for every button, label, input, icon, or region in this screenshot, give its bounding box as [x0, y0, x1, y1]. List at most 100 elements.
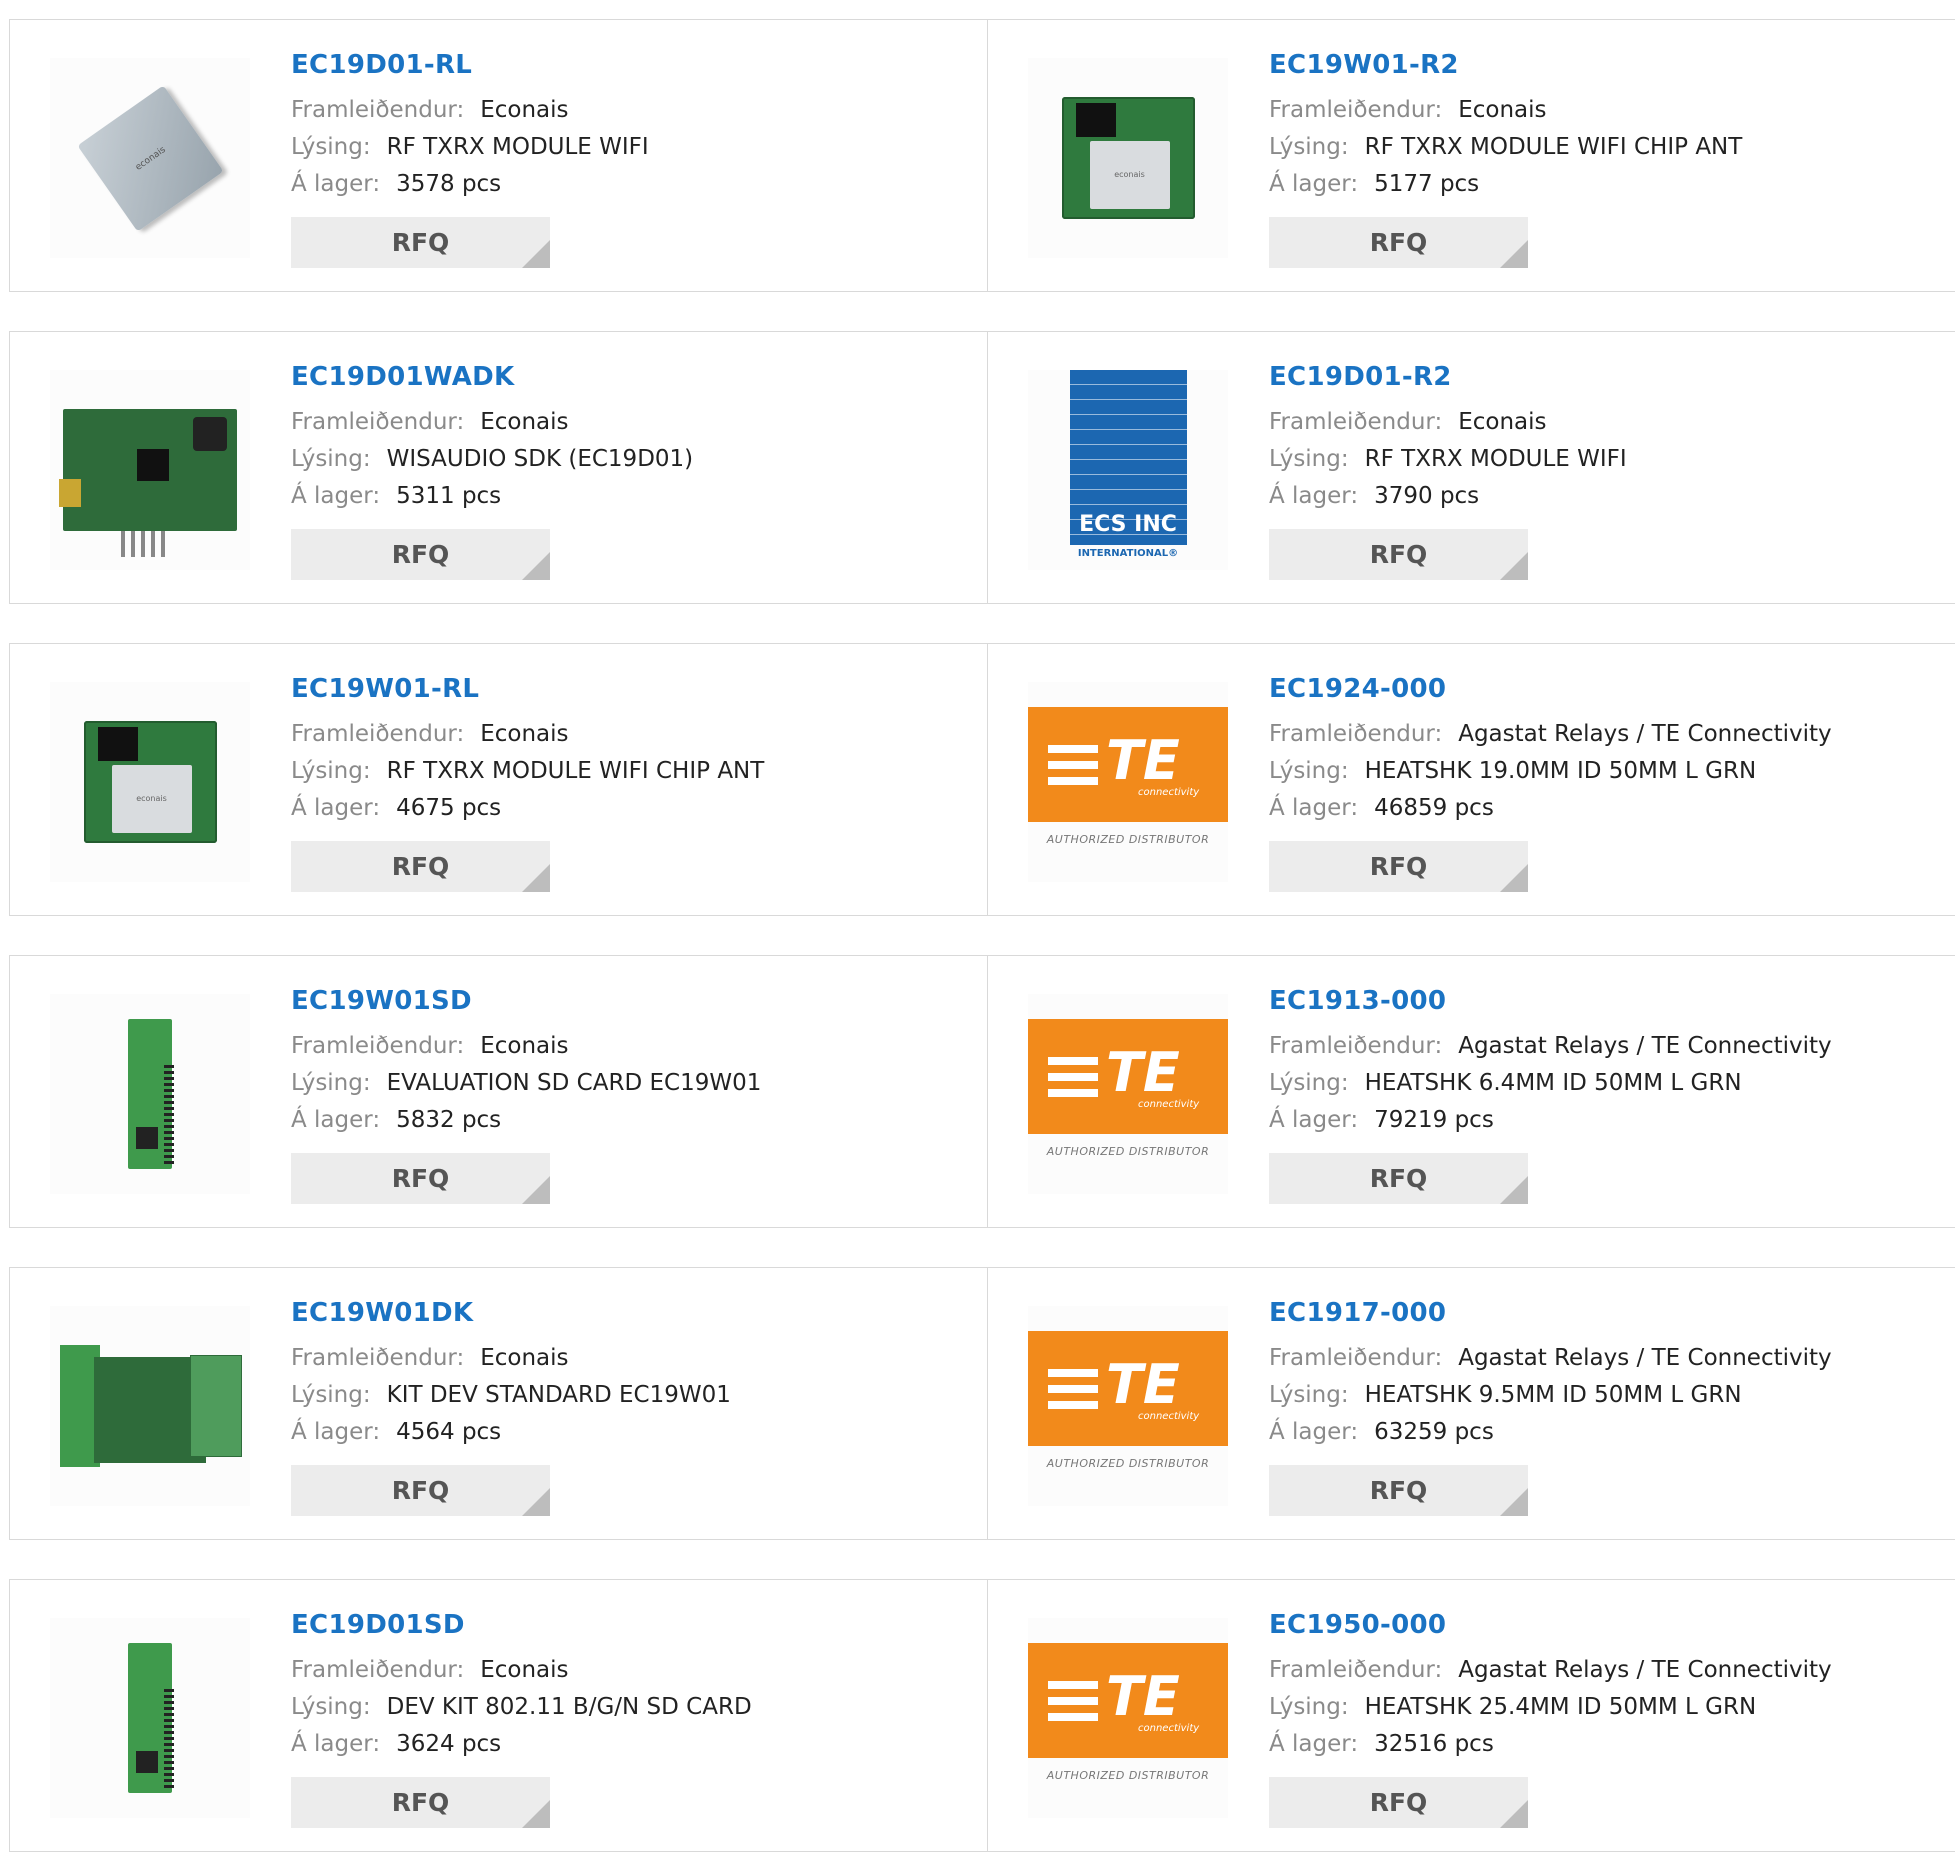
stock-line: Á lager: 79219 pcs [1269, 1102, 1909, 1139]
part-number-link[interactable]: EC19D01-R2 [1269, 362, 1909, 392]
description-label: Lýsing: [1269, 446, 1349, 472]
corner-decoration [1500, 552, 1528, 580]
product-image[interactable]: econais [50, 682, 250, 882]
manufacturer-line: Framleiðendur: Agastat Relays / TE Connec… [1269, 1340, 1909, 1377]
product-row: EC19W01SD Framleiðendur: Econais Lýsing: EVA… [9, 955, 1955, 1228]
product-image[interactable]: ECS INC INTERNATIONAL® [1028, 370, 1228, 570]
stock-value: 79219 pcs [1374, 1107, 1494, 1133]
product-image[interactable]: econais [1028, 58, 1228, 258]
product-info: EC19D01-RL Framleiðendur: Econais Lýsing: RF… [291, 50, 931, 268]
manufacturer-label: Framleiðendur: [291, 1657, 465, 1683]
product-card: EC19W01DK Framleiðendur: Econais Lýsing: KIT… [9, 1267, 988, 1540]
te-logo-image: TE connectivity AUTHORIZED DISTRIBUTOR [1028, 1019, 1228, 1169]
te-authorized-caption: AUTHORIZED DISTRIBUTOR [1046, 1457, 1210, 1470]
part-number-link[interactable]: EC19D01-RL [291, 50, 931, 80]
stock-label: Á lager: [291, 483, 381, 509]
rfq-label: RFQ [1369, 540, 1428, 569]
stock-value: 4564 pcs [396, 1419, 502, 1445]
description-line: Lýsing: RF TXRX MODULE WIFI [291, 129, 931, 166]
stock-label: Á lager: [1269, 1731, 1359, 1757]
product-row: econais EC19D01-RL Framleiðendur: Econais Lý… [9, 19, 1955, 292]
manufacturer-value: Econais [480, 97, 569, 123]
product-card: EC19D01WADK Framleiðendur: Econais Lýsing: W… [9, 331, 988, 604]
part-number-link[interactable]: EC1924-000 [1269, 674, 1909, 704]
part-number-link[interactable]: EC1913-000 [1269, 986, 1909, 1016]
rfq-button[interactable]: RFQ [1269, 841, 1528, 892]
description-value: RF TXRX MODULE WIFI CHIP ANT [1364, 134, 1743, 160]
product-row: EC19D01SD Framleiðendur: Econais Lýsing: DEV… [9, 1579, 1955, 1852]
board-image [59, 409, 237, 557]
product-image[interactable]: TE connectivity AUTHORIZED DISTRIBUTOR [1028, 994, 1228, 1194]
module-image: econais [76, 84, 224, 232]
part-number-link[interactable]: EC1950-000 [1269, 1610, 1909, 1640]
rfq-button[interactable]: RFQ [1269, 1777, 1528, 1828]
manufacturer-label: Framleiðendur: [291, 97, 465, 123]
description-line: Lýsing: HEATSHK 6.4MM ID 50MM L GRN [1269, 1065, 1909, 1102]
description-value: HEATSHK 9.5MM ID 50MM L GRN [1364, 1382, 1742, 1408]
part-number-link[interactable]: EC1917-000 [1269, 1298, 1909, 1328]
manufacturer-value: Agastat Relays / TE Connectivity [1458, 1345, 1832, 1371]
stock-line: Á lager: 4675 pcs [291, 790, 931, 827]
product-info: EC19D01SD Framleiðendur: Econais Lýsing: DEV… [291, 1610, 931, 1828]
rfq-button[interactable]: RFQ [291, 1153, 550, 1204]
rfq-button[interactable]: RFQ [1269, 217, 1528, 268]
te-logo-image: TE connectivity AUTHORIZED DISTRIBUTOR [1028, 707, 1228, 857]
part-number-link[interactable]: EC19W01-RL [291, 674, 931, 704]
ecs-logo-text: ECS INC [1079, 512, 1177, 537]
te-authorized-caption: AUTHORIZED DISTRIBUTOR [1046, 833, 1210, 846]
part-number-link[interactable]: EC19D01WADK [291, 362, 931, 392]
rfq-button[interactable]: RFQ [1269, 1465, 1528, 1516]
product-image[interactable]: TE connectivity AUTHORIZED DISTRIBUTOR [1028, 682, 1228, 882]
description-value: EVALUATION SD CARD EC19W01 [386, 1070, 762, 1096]
corner-decoration [522, 864, 550, 892]
part-number-link[interactable]: EC19W01-R2 [1269, 50, 1909, 80]
te-logo-mark: TE [1106, 1353, 1180, 1416]
corner-decoration [522, 1488, 550, 1516]
sd-card-image [128, 1643, 174, 1793]
description-label: Lýsing: [291, 1382, 371, 1408]
part-number-link[interactable]: EC19W01SD [291, 986, 931, 1016]
description-line: Lýsing: DEV KIT 802.11 B/G/N SD CARD [291, 1689, 931, 1726]
stock-label: Á lager: [291, 171, 381, 197]
module-image: econais [1061, 97, 1195, 219]
description-value: RF TXRX MODULE WIFI [386, 134, 649, 160]
module-image: econais [83, 721, 217, 843]
stock-label: Á lager: [1269, 1107, 1359, 1133]
description-value: HEATSHK 25.4MM ID 50MM L GRN [1364, 1694, 1757, 1720]
product-image[interactable] [50, 370, 250, 570]
product-image[interactable]: TE connectivity AUTHORIZED DISTRIBUTOR [1028, 1618, 1228, 1818]
stock-line: Á lager: 5177 pcs [1269, 166, 1909, 203]
product-info: EC1950-000 Framleiðendur: Agastat Relays /… [1269, 1610, 1909, 1828]
product-info: EC19D01-R2 Framleiðendur: Econais Lýsing: RF… [1269, 362, 1909, 580]
te-logo-mark: TE [1106, 1665, 1180, 1728]
product-card: econais EC19D01-RL Framleiðendur: Econais Lý… [9, 19, 988, 292]
manufacturer-line: Framleiðendur: Econais [1269, 92, 1909, 129]
part-number-link[interactable]: EC19D01SD [291, 1610, 931, 1640]
product-image[interactable]: econais [50, 58, 250, 258]
rfq-button[interactable]: RFQ [1269, 1153, 1528, 1204]
product-image[interactable] [50, 994, 250, 1194]
description-value: DEV KIT 802.11 B/G/N SD CARD [386, 1694, 752, 1720]
manufacturer-line: Framleiðendur: Agastat Relays / TE Connec… [1269, 1652, 1909, 1689]
rfq-button[interactable]: RFQ [291, 529, 550, 580]
description-value: RF TXRX MODULE WIFI CHIP ANT [386, 758, 765, 784]
rfq-button[interactable]: RFQ [291, 841, 550, 892]
rfq-button[interactable]: RFQ [291, 1777, 550, 1828]
stock-label: Á lager: [1269, 795, 1359, 821]
rfq-button[interactable]: RFQ [1269, 529, 1528, 580]
product-image[interactable]: TE connectivity AUTHORIZED DISTRIBUTOR [1028, 1306, 1228, 1506]
rfq-button[interactable]: RFQ [291, 217, 550, 268]
part-number-link[interactable]: EC19W01DK [291, 1298, 931, 1328]
product-info: EC19W01SD Framleiðendur: Econais Lýsing: EVA… [291, 986, 931, 1204]
product-image[interactable] [50, 1618, 250, 1818]
rfq-button[interactable]: RFQ [291, 1465, 550, 1516]
stock-label: Á lager: [1269, 171, 1359, 197]
description-line: Lýsing: HEATSHK 19.0MM ID 50MM L GRN [1269, 753, 1909, 790]
description-value: KIT DEV STANDARD EC19W01 [386, 1382, 731, 1408]
product-image[interactable] [50, 1306, 250, 1506]
description-value: RF TXRX MODULE WIFI [1364, 446, 1627, 472]
manufacturer-label: Framleiðendur: [291, 721, 465, 747]
ecs-logo-sub: INTERNATIONAL® [1077, 548, 1179, 559]
product-info: EC1913-000 Framleiðendur: Agastat Relays /… [1269, 986, 1909, 1204]
stock-line: Á lager: 3790 pcs [1269, 478, 1909, 515]
